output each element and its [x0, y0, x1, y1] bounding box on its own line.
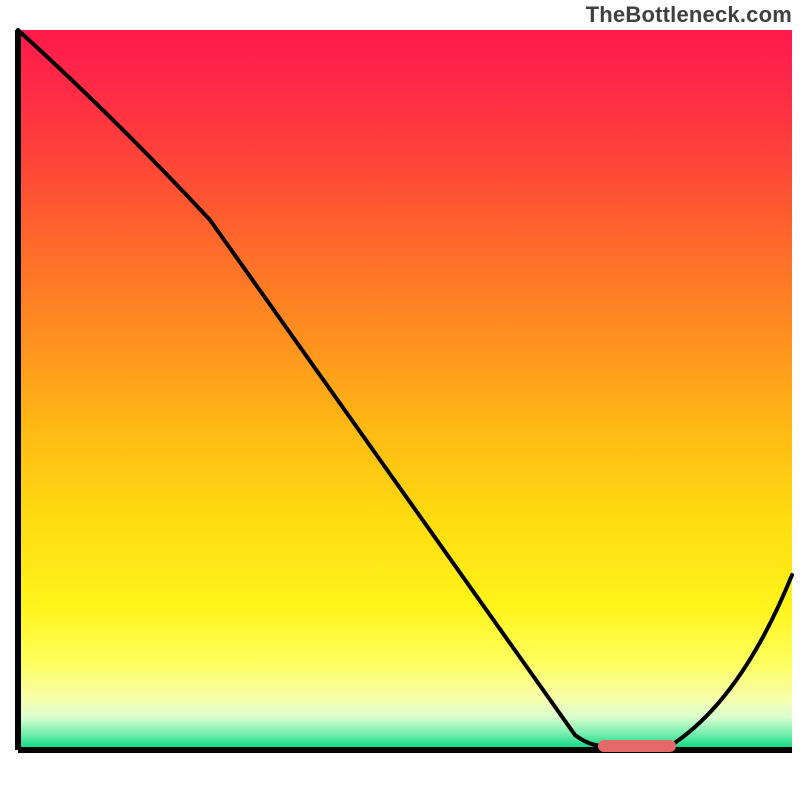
plot-background — [18, 30, 792, 750]
chart-container: TheBottleneck.com — [0, 0, 800, 800]
bottleneck-chart — [0, 0, 800, 800]
